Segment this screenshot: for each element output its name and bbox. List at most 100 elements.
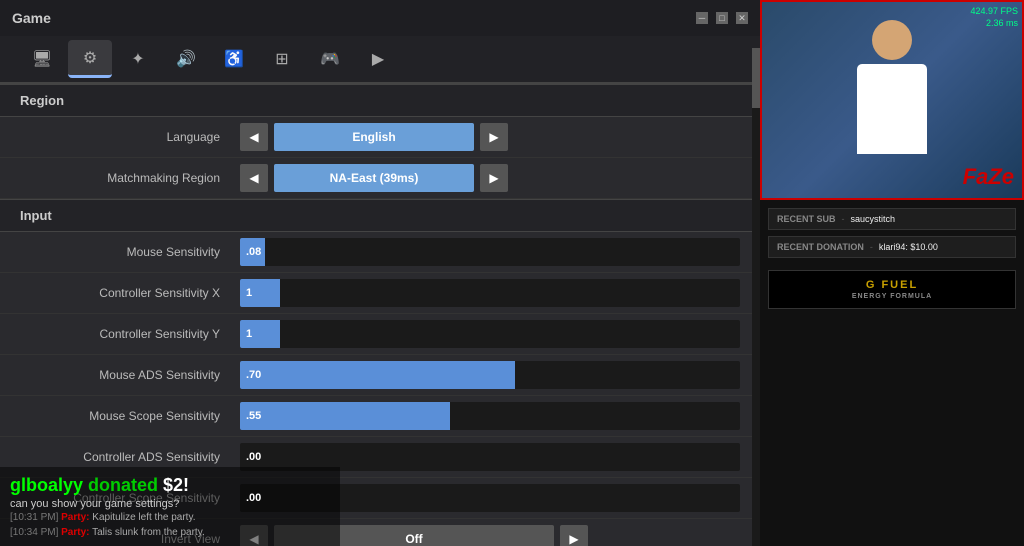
controller-sensitivity-x-row: Controller Sensitivity X 1: [0, 273, 760, 314]
controller-sensitivity-x-slider[interactable]: 1: [240, 279, 740, 307]
controller-sensitivity-y-slider[interactable]: 1: [240, 320, 740, 348]
mouse-scope-sensitivity-label: Mouse Scope Sensitivity: [20, 409, 240, 423]
controller-scope-sensitivity-row: Controller Scope Sensitivity .00: [0, 478, 760, 519]
mouse-scope-sensitivity-value: .55: [240, 410, 261, 422]
tab-audio[interactable]: 🔊: [164, 40, 208, 78]
matchmaking-next-button[interactable]: ▶: [480, 164, 508, 192]
fps-value: 424.97 FPS: [970, 6, 1018, 16]
nav-tabs: 🖥 ⚙ ✦ 🔊 ♿ ⊞ 🎮 ▶: [0, 36, 760, 84]
webcam-area: 424.97 FPS 2.36 ms FaZe: [760, 0, 1024, 200]
region-section-header: Region: [0, 84, 760, 117]
scroll-thumb[interactable]: [752, 48, 760, 108]
controller-scope-sensitivity-slider[interactable]: .00: [240, 484, 740, 512]
invert-view-row: Invert View ◀ Off ▶: [0, 519, 760, 546]
controller-ads-sensitivity-value: .00: [240, 451, 261, 463]
recent-donation-label: RECENT DONATION: [777, 242, 864, 252]
controller-sensitivity-y-control: 1: [240, 320, 740, 348]
invert-view-control: ◀ Off ▶: [240, 525, 740, 546]
controller-ads-sensitivity-row: Controller ADS Sensitivity .00: [0, 437, 760, 478]
mouse-scope-sensitivity-slider[interactable]: .55: [240, 402, 740, 430]
controller-ads-sensitivity-slider[interactable]: .00: [240, 443, 740, 471]
controller-ads-sensitivity-label: Controller ADS Sensitivity: [20, 450, 240, 464]
mouse-sensitivity-control: .08: [240, 238, 740, 266]
mouse-ads-sensitivity-row: Mouse ADS Sensitivity .70: [0, 355, 760, 396]
recent-sub-value: saucystitch: [851, 214, 896, 224]
mouse-scope-sensitivity-control: .55: [240, 402, 740, 430]
tab-brightness[interactable]: ✦: [116, 40, 160, 78]
recent-sub-label: RECENT SUB: [777, 214, 836, 224]
gfuel-text: G FUEL ENERGY FORMULA: [852, 279, 932, 300]
matchmaking-row: Matchmaking Region ◀ NA-East (39ms) ▶: [0, 158, 760, 199]
window-title: Game: [12, 10, 51, 26]
invert-view-prev-button[interactable]: ◀: [240, 525, 268, 546]
scrollbar[interactable]: [752, 48, 760, 546]
gfuel-brand: G FUEL: [866, 279, 918, 291]
person-body: [857, 64, 927, 154]
matchmaking-value[interactable]: NA-East (39ms): [274, 164, 474, 192]
language-row: Language ◀ English ▶: [0, 117, 760, 158]
mouse-ads-sensitivity-slider[interactable]: .70: [240, 361, 740, 389]
close-button[interactable]: ✕: [736, 12, 748, 24]
language-next-button[interactable]: ▶: [480, 123, 508, 151]
mouse-sensitivity-slider[interactable]: .08: [240, 238, 740, 266]
mouse-ads-sensitivity-label: Mouse ADS Sensitivity: [20, 368, 240, 382]
controller-scope-sensitivity-control: .00: [240, 484, 740, 512]
invert-view-next-button[interactable]: ▶: [560, 525, 588, 546]
language-control: ◀ English ▶: [240, 123, 740, 151]
tab-accessibility[interactable]: ♿: [212, 40, 256, 78]
controller-sensitivity-y-value: 1: [240, 328, 252, 340]
fps-counter: 424.97 FPS 2.36 ms: [970, 6, 1018, 29]
language-value[interactable]: English: [274, 123, 474, 151]
recent-donation-dash: -: [870, 242, 873, 252]
game-settings-panel: Game ─ □ ✕ 🖥 ⚙ ✦ 🔊 ♿ ⊞ 🎮 ▶ Region Langua…: [0, 0, 760, 546]
stream-panel: 424.97 FPS 2.36 ms FaZe RECENT SUB - sau…: [760, 0, 1024, 546]
mouse-sensitivity-value: .08: [240, 246, 261, 258]
mouse-ads-sensitivity-value: .70: [240, 369, 261, 381]
title-bar: Game ─ □ ✕: [0, 0, 760, 36]
matchmaking-control: ◀ NA-East (39ms) ▶: [240, 164, 740, 192]
controller-sensitivity-x-value: 1: [240, 287, 252, 299]
ms-value: 2.36 ms: [986, 18, 1018, 28]
controller-scope-sensitivity-label: Controller Scope Sensitivity: [20, 491, 240, 505]
controller-scope-sensitivity-value: .00: [240, 492, 261, 504]
tab-hud[interactable]: ⊞: [260, 40, 304, 78]
controller-sensitivity-y-row: Controller Sensitivity Y 1: [0, 314, 760, 355]
person-head: [872, 20, 912, 60]
gfuel-logo-inner: G FUEL ENERGY FORMULA: [852, 279, 932, 300]
input-section-header: Input: [0, 199, 760, 232]
mouse-ads-sensitivity-fill: [240, 361, 515, 389]
matchmaking-prev-button[interactable]: ◀: [240, 164, 268, 192]
recent-donation-row: RECENT DONATION - klari94: $10.00: [768, 236, 1016, 258]
faze-logo: FaZe: [963, 164, 1014, 190]
title-left: Game: [12, 10, 51, 26]
stream-info: RECENT SUB - saucystitch RECENT DONATION…: [760, 200, 1024, 266]
invert-view-value[interactable]: Off: [274, 525, 554, 546]
mouse-sensitivity-row: Mouse Sensitivity .08: [0, 232, 760, 273]
controller-ads-sensitivity-control: .00: [240, 443, 740, 471]
mouse-ads-sensitivity-control: .70: [240, 361, 740, 389]
streamer-silhouette: [832, 20, 952, 180]
matchmaking-label: Matchmaking Region: [20, 171, 240, 185]
controller-sensitivity-x-label: Controller Sensitivity X: [20, 286, 240, 300]
tab-settings[interactable]: ⚙: [68, 40, 112, 78]
invert-view-label: Invert View: [20, 532, 240, 546]
gfuel-logo: G FUEL ENERGY FORMULA: [768, 270, 1016, 309]
minimize-button[interactable]: ─: [696, 12, 708, 24]
controller-sensitivity-x-control: 1: [240, 279, 740, 307]
maximize-button[interactable]: □: [716, 12, 728, 24]
mouse-scope-sensitivity-row: Mouse Scope Sensitivity .55: [0, 396, 760, 437]
tab-controller[interactable]: 🎮: [308, 40, 352, 78]
tab-display[interactable]: 🖥: [20, 40, 64, 78]
recent-sub-dash: -: [842, 214, 845, 224]
mouse-sensitivity-label: Mouse Sensitivity: [20, 245, 240, 259]
language-label: Language: [20, 130, 240, 144]
recent-sub-row: RECENT SUB - saucystitch: [768, 208, 1016, 230]
window-controls: ─ □ ✕: [696, 12, 748, 24]
controller-sensitivity-y-label: Controller Sensitivity Y: [20, 327, 240, 341]
language-prev-button[interactable]: ◀: [240, 123, 268, 151]
tab-video[interactable]: ▶: [356, 40, 400, 78]
recent-donation-value: klari94: $10.00: [879, 242, 938, 252]
settings-content: Region Language ◀ English ▶ Matchmaking …: [0, 84, 760, 546]
mouse-scope-sensitivity-fill: [240, 402, 450, 430]
gfuel-sub: ENERGY FORMULA: [852, 293, 932, 300]
